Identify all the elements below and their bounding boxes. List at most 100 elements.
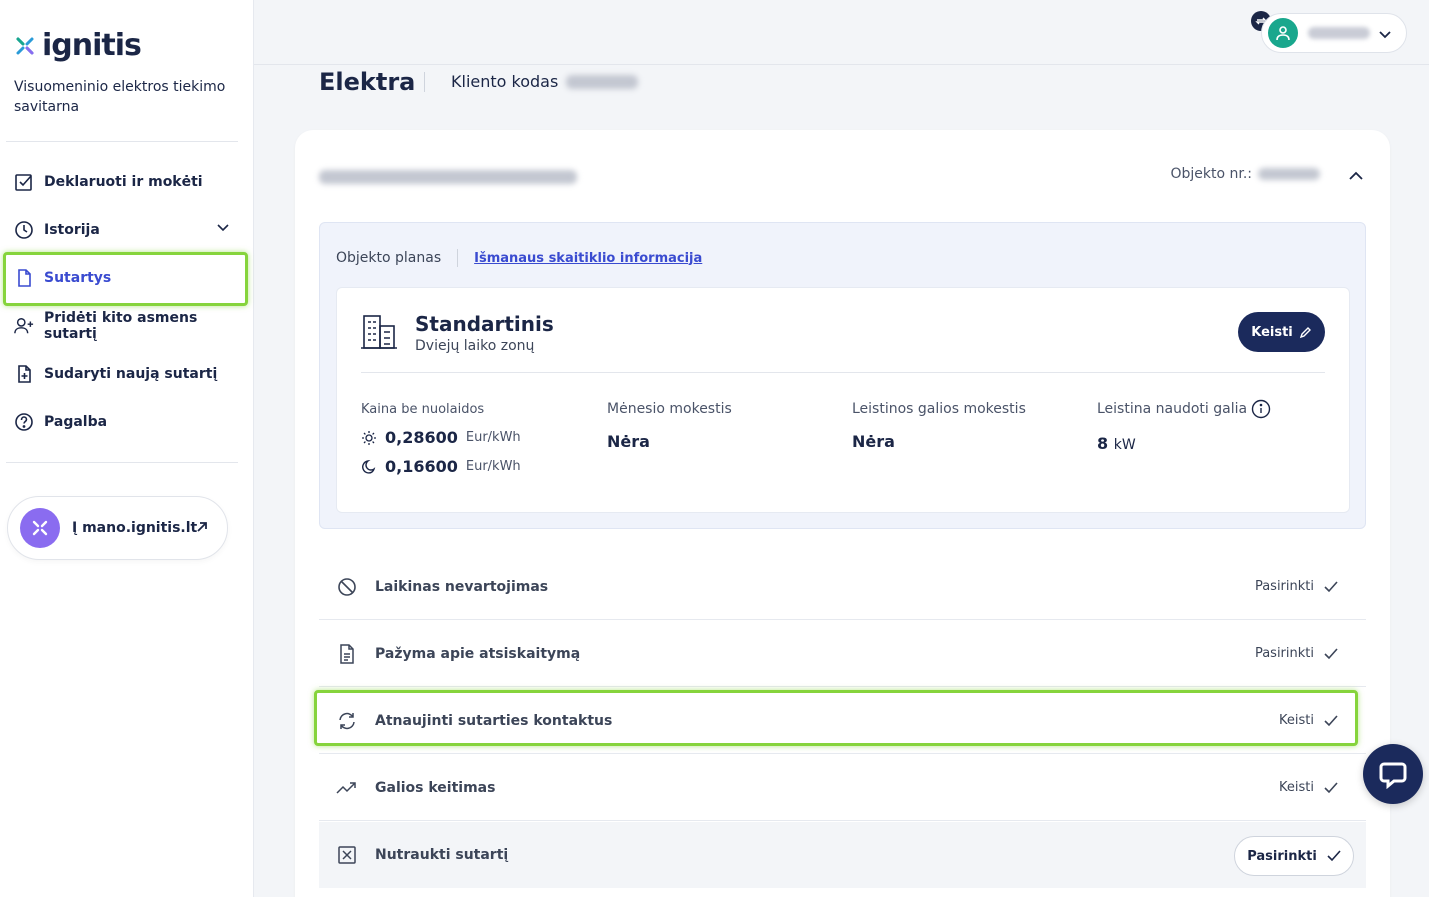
contract-card: Objekto nr.: Objekto planas Išmanaus ska… <box>295 130 1390 897</box>
allowed-power-label: Leistina naudoti galia <box>1097 401 1248 417</box>
user-menu[interactable] <box>1261 13 1407 53</box>
plan-divider <box>361 372 1325 373</box>
checkbox-edit-icon <box>14 172 34 192</box>
sidebar-item-label: Sutartys <box>44 270 112 286</box>
ignitis-badge-icon <box>20 508 60 548</box>
ban-icon <box>335 575 359 599</box>
sidebar-item-sutartys[interactable]: Sutartys <box>0 254 254 302</box>
sidebar-item-label: Sudaryti naują sutartį <box>44 366 218 382</box>
option-action[interactable]: Pasirinkti <box>1255 579 1338 594</box>
plan-section: Objekto planas Išmanaus skaitiklio infor… <box>319 222 1366 529</box>
user-plus-icon <box>14 316 34 336</box>
file-text-icon <box>335 642 359 666</box>
client-code-redacted <box>566 74 639 89</box>
check-icon <box>1324 714 1338 726</box>
sidebar-divider <box>6 462 238 463</box>
night-price: 0,16600 <box>385 457 458 476</box>
document-plus-icon <box>14 364 34 384</box>
close-box-icon <box>335 843 359 867</box>
sidebar-item-sudaryti[interactable]: Sudaryti naują sutartį <box>0 350 254 398</box>
option-label: Laikinas nevartojimas <box>375 578 549 595</box>
option-label: Nutraukti sutartį <box>375 847 509 863</box>
object-number-label: Objekto nr.: <box>1170 166 1252 182</box>
refresh-icon <box>335 709 359 733</box>
option-label: Galios keitimas <box>375 779 496 796</box>
option-update-contacts[interactable]: Atnaujinti sutarties kontaktus Keisti <box>319 688 1366 754</box>
monthly-fee-value: Nėra <box>607 432 650 451</box>
page-title: Elektra <box>319 68 416 96</box>
external-arrow-icon <box>195 519 209 538</box>
allowed-power-column: Leistina naudoti galia 8 kW <box>1097 399 1271 453</box>
object-address-redacted <box>319 170 577 184</box>
moon-icon <box>362 459 376 474</box>
option-action-button[interactable]: Pasirinkti <box>1234 836 1354 876</box>
chevron-down-icon[interactable] <box>216 220 230 238</box>
day-price: 0,28600 <box>385 428 458 447</box>
check-icon <box>1324 647 1338 659</box>
option-action-label: Keisti <box>1279 713 1314 728</box>
help-icon <box>14 412 34 432</box>
tab-object-plan[interactable]: Objekto planas <box>336 250 441 266</box>
night-price-row: 0,16600 Eur/kWh <box>361 457 521 476</box>
option-temporary-non-use[interactable]: Laikinas nevartojimas Pasirinkti <box>319 554 1366 620</box>
day-price-row: 0,28600 Eur/kWh <box>361 428 521 447</box>
client-code-label: Kliento kodas <box>451 72 559 91</box>
sun-icon <box>362 430 376 445</box>
building-icon <box>359 312 399 356</box>
tab-separator <box>457 249 459 267</box>
option-label: Atnaujinti sutarties kontaktus <box>375 712 613 729</box>
sidebar-item-label: Pagalba <box>44 414 108 430</box>
trend-up-icon <box>335 776 359 800</box>
plan-details: Standartinis Dviejų laiko zonų Keisti Ka… <box>336 287 1350 513</box>
chevron-up-icon[interactable] <box>1348 168 1364 188</box>
allowed-power-value-row: 8 kW <box>1097 434 1271 453</box>
sidebar-item-istorija[interactable]: Istorija <box>0 206 254 254</box>
plan-name: Standartinis <box>415 312 554 336</box>
option-action[interactable]: Pasirinkti <box>1255 646 1338 661</box>
option-power-change[interactable]: Galios keitimas Keisti <box>319 755 1366 821</box>
sidebar-item-pagalba[interactable]: Pagalba <box>0 398 254 446</box>
tab-smart-meter-info[interactable]: Išmanaus skaitiklio informacija <box>474 251 702 266</box>
sidebar-item-label: Istorija <box>44 222 100 238</box>
check-icon <box>1324 781 1338 793</box>
change-plan-label: Keisti <box>1251 324 1293 340</box>
check-icon <box>1327 850 1341 862</box>
option-action[interactable]: Keisti <box>1279 780 1338 795</box>
option-action[interactable]: Keisti <box>1279 713 1338 728</box>
sidebar-divider <box>6 141 238 142</box>
option-payment-certificate[interactable]: Pažyma apie atsiskaitymą Pasirinkti <box>319 621 1366 687</box>
price-column: Kaina be nuolaidos 0,28600 Eur/kWh 0,166… <box>361 400 521 477</box>
document-icon <box>14 268 34 288</box>
mano-link-label: Į mano.ignitis.lt <box>72 520 198 536</box>
sidebar-item-deklaruoti[interactable]: Deklaruoti ir mokėti <box>0 158 254 206</box>
sidebar-nav: Deklaruoti ir mokėti Istorija Sutartys P… <box>0 158 254 446</box>
object-number-redacted <box>1258 168 1320 180</box>
clock-icon <box>14 220 34 240</box>
object-number: Objekto nr.: <box>1170 166 1320 182</box>
user-avatar-icon <box>1268 18 1298 48</box>
chevron-down-icon <box>1378 26 1392 45</box>
power-fee-label: Leistinos galios mokestis <box>852 401 1026 417</box>
chat-button[interactable] <box>1363 744 1423 804</box>
info-icon[interactable] <box>1251 399 1271 419</box>
option-terminate-contract[interactable]: Nutraukti sutartį Pasirinkti <box>319 822 1366 888</box>
option-action-label: Pasirinkti <box>1254 579 1314 594</box>
plan-subtitle: Dviejų laiko zonų <box>415 338 535 354</box>
title-separator <box>424 72 425 92</box>
monthly-fee-label: Mėnesio mokestis <box>607 401 732 417</box>
night-price-unit: Eur/kWh <box>465 459 521 474</box>
check-icon <box>1324 580 1338 592</box>
client-code: Kliento kodas <box>451 72 639 91</box>
change-plan-button[interactable]: Keisti <box>1238 312 1325 352</box>
day-price-unit: Eur/kWh <box>465 430 521 445</box>
ignitis-logo[interactable]: ignitis <box>14 28 142 63</box>
option-action-label: Pasirinkti <box>1254 646 1314 661</box>
option-label: Pažyma apie atsiskaitymą <box>375 645 581 662</box>
allowed-power-unit: kW <box>1113 437 1136 453</box>
mano-ignitis-link[interactable]: Į mano.ignitis.lt <box>7 496 228 560</box>
plan-tabs: Objekto planas Išmanaus skaitiklio infor… <box>336 249 702 267</box>
option-action-label: Keisti <box>1279 780 1314 795</box>
price-label: Kaina be nuolaidos <box>361 401 485 417</box>
option-action-label: Pasirinkti <box>1247 848 1317 864</box>
sidebar-item-prideti[interactable]: Pridėti kito asmens sutartį <box>0 302 254 350</box>
